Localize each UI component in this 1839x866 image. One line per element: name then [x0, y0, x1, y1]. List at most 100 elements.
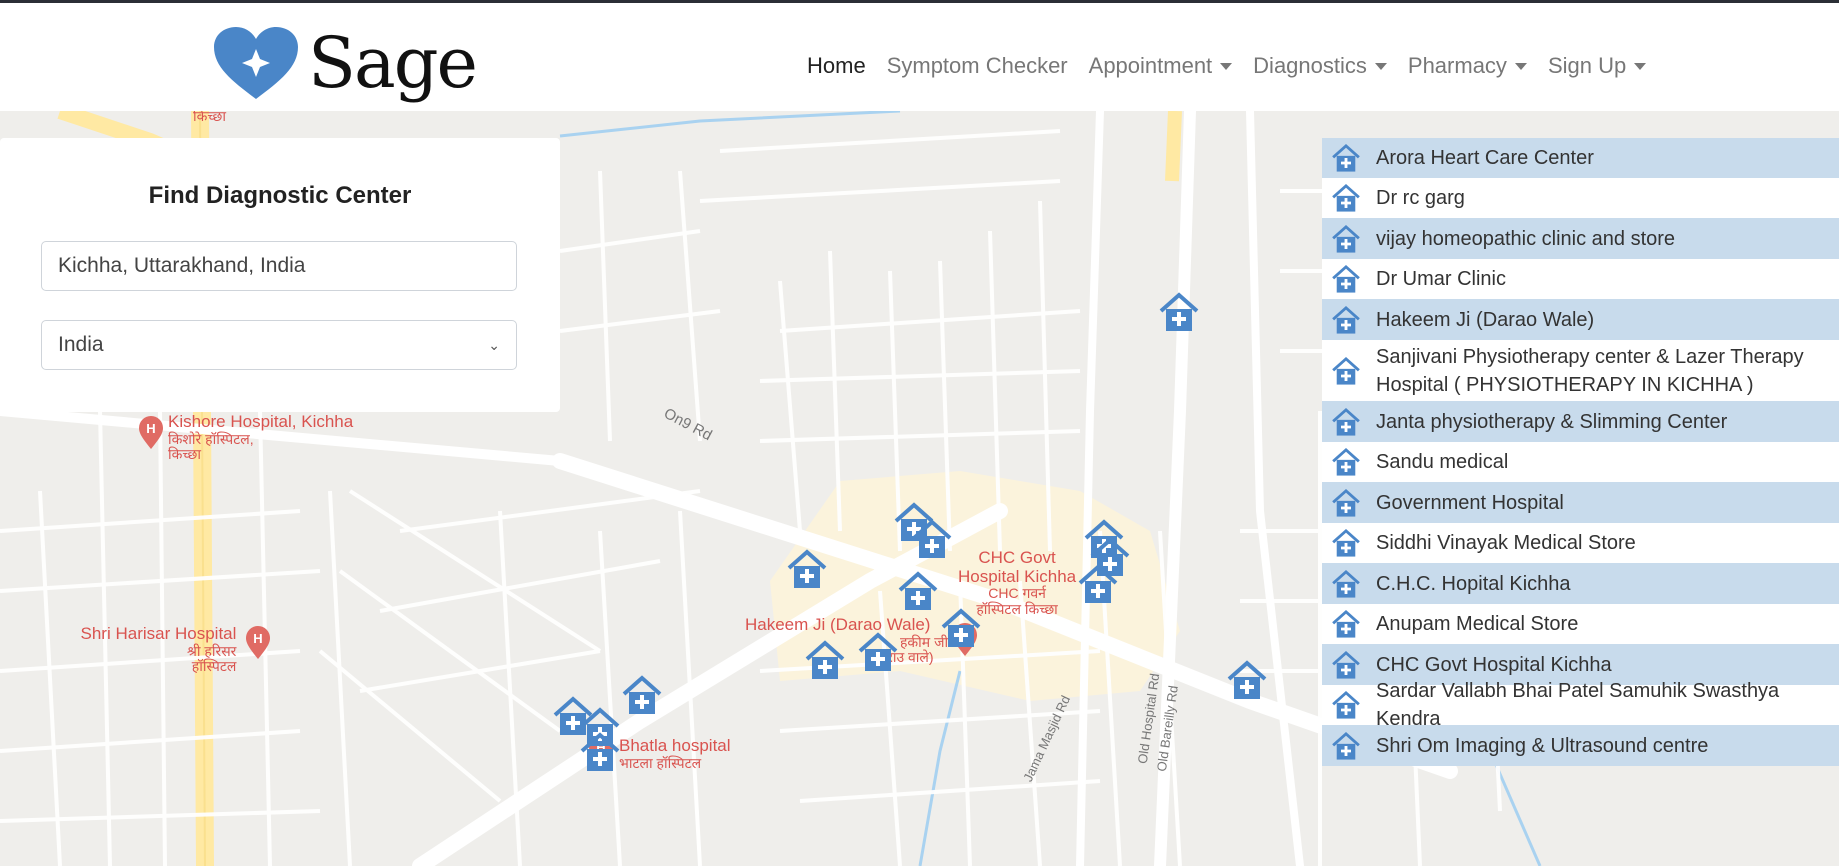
- result-label: vijay homeopathic clinic and store: [1376, 227, 1676, 250]
- hospital-marker-icon: [1332, 305, 1360, 334]
- hospital-pin-icon[interactable]: H: [245, 626, 271, 660]
- kishore-hindi-2: किच्छा: [168, 446, 201, 463]
- chc-hindi-1: CHC गवर्न: [988, 585, 1046, 602]
- hospital-marker-icon: [1332, 264, 1360, 293]
- caret-down-icon: [1220, 62, 1233, 70]
- result-label: C.H.C. Hopital Kichha: [1376, 572, 1571, 595]
- nav-diagnostics-label: Diagnostics: [1253, 53, 1367, 78]
- brand-logo[interactable]: Sage: [212, 22, 478, 104]
- map-label-hakeem-ji: Hakeem Ji (Darao Wale) हकीम जी (दराउ वाल…: [745, 615, 949, 666]
- nav-symptom-checker-label: Symptom Checker: [886, 53, 1068, 78]
- hospital-marker-icon: [1332, 650, 1360, 679]
- nav-pharmacy-label: Pharmacy: [1407, 53, 1507, 78]
- location-search-input[interactable]: Kichha, Uttarakhand, India: [41, 241, 517, 291]
- caret-down-icon: [1374, 62, 1387, 70]
- nav-pharmacy[interactable]: Pharmacy: [1408, 53, 1527, 79]
- hospital-marker-icon: [1332, 407, 1360, 436]
- hospital-pin-icon[interactable]: H: [138, 416, 164, 450]
- hospital-marker-icon[interactable]: [1159, 291, 1199, 333]
- svg-text:H: H: [146, 421, 155, 436]
- result-label: Siddhi Vinayak Medical Store: [1376, 532, 1636, 554]
- hospital-marker-icon: [1332, 609, 1360, 638]
- bhatla-name: Bhatla hospital: [619, 736, 731, 755]
- nav-home-label: Home: [807, 53, 866, 78]
- hospital-marker-icon[interactable]: [1078, 563, 1118, 605]
- result-label: Arora Heart Care Center: [1376, 147, 1594, 169]
- result-label: Janta physiotherapy & Slimming Center: [1376, 410, 1728, 433]
- hakeem-hindi-2: (दराउ वाले): [875, 649, 934, 666]
- result-item[interactable]: Sardar Vallabh Bhai Patel Samuhik Swasth…: [1322, 680, 1839, 730]
- harisar-name: Shri Harisar Hospital: [80, 624, 237, 643]
- country-select[interactable]: India ⌄: [41, 320, 517, 370]
- map-label-kichha: किच्छा: [193, 111, 226, 124]
- svg-text:H: H: [253, 631, 262, 646]
- country-value: India: [58, 333, 104, 356]
- hospital-marker-icon[interactable]: [580, 731, 620, 773]
- hospital-marker-icon: [1332, 528, 1360, 557]
- nav-appointment[interactable]: Appointment: [1089, 53, 1233, 79]
- harisar-hindi-1: श्री हरिसर: [187, 642, 237, 659]
- hospital-marker-icon: [1332, 356, 1360, 385]
- hospital-marker-icon: [1332, 143, 1360, 172]
- result-label: CHC Govt Hospital Kichha: [1376, 653, 1612, 676]
- hospital-marker-icon[interactable]: [912, 518, 952, 560]
- result-label: Dr Umar Clinic: [1376, 268, 1506, 290]
- hospital-marker-icon: [1332, 569, 1360, 598]
- hospital-marker-icon: [1332, 224, 1360, 253]
- hospital-marker-icon[interactable]: [941, 607, 981, 649]
- result-item[interactable]: Arora Heart Care Center: [1322, 138, 1839, 178]
- navbar: Sage Home Symptom Checker Appointment Di…: [0, 3, 1839, 111]
- caret-down-icon: [1634, 62, 1647, 70]
- result-label: Sandu medical: [1376, 451, 1509, 473]
- harisar-hindi-2: हॉस्पिटल: [191, 658, 237, 675]
- result-item[interactable]: Dr rc garg: [1322, 178, 1839, 218]
- nav-symptom-checker[interactable]: Symptom Checker: [887, 53, 1068, 79]
- results-list: Arora Heart Care Center Dr rc garg vijay…: [1322, 138, 1839, 766]
- location-value: Kichha, Uttarakhand, India: [58, 254, 306, 277]
- result-item[interactable]: Sanjivani Physiotherapy center & Lazer T…: [1322, 340, 1839, 401]
- result-item[interactable]: C.H.C. Hopital Kichha: [1322, 563, 1839, 604]
- result-item[interactable]: Siddhi Vinayak Medical Store: [1322, 523, 1839, 563]
- hospital-marker-icon[interactable]: [858, 631, 898, 673]
- hospital-marker-icon[interactable]: [1227, 659, 1267, 701]
- kishore-hindi-1: किशोरे हॉस्पिटल,: [168, 430, 254, 447]
- result-label: Sanjivani Physiotherapy center & Lazer T…: [1376, 345, 1804, 396]
- result-item[interactable]: Dr Umar Clinic: [1322, 259, 1839, 299]
- hospital-marker-icon: [1332, 731, 1360, 760]
- search-panel-title: Find Diagnostic Center: [148, 182, 412, 209]
- chc-name-2: Hospital Kichha: [958, 566, 1077, 586]
- nav-home[interactable]: Home: [807, 53, 866, 79]
- brand-name: Sage: [308, 22, 478, 104]
- chc-name-1: CHC Govt: [978, 548, 1056, 567]
- kishore-name: Kishore Hospital, Kichha: [168, 412, 354, 431]
- result-item[interactable]: Janta physiotherapy & Slimming Center: [1322, 401, 1839, 442]
- map-label-kishore-hospital: Kishore Hospital, Kichha किशोरे हॉस्पिटल…: [168, 412, 354, 463]
- result-label: Hakeem Ji (Darao Wale): [1376, 308, 1595, 331]
- nav-appointment-label: Appointment: [1088, 53, 1213, 78]
- hospital-marker-icon[interactable]: [898, 570, 938, 612]
- main-nav: Home Symptom Checker Appointment Diagnos…: [807, 53, 1667, 79]
- result-item[interactable]: Anupam Medical Store: [1322, 604, 1839, 644]
- result-item[interactable]: Sandu medical: [1322, 442, 1839, 482]
- hospital-marker-icon: [1332, 447, 1360, 476]
- hospital-marker-icon[interactable]: [805, 639, 845, 681]
- nav-sign-up[interactable]: Sign Up: [1547, 53, 1647, 79]
- map-label-bhatla-hospital: Bhatla hospital भाटला हॉस्पिटल: [619, 736, 731, 771]
- hospital-marker-icon[interactable]: [622, 674, 662, 716]
- result-label: Government Hospital: [1376, 491, 1564, 514]
- nav-sign-up-label: Sign Up: [1547, 53, 1627, 78]
- hospital-marker-icon: [1332, 183, 1360, 212]
- hospital-marker-icon: [1332, 690, 1360, 719]
- result-label: Shri Om Imaging & Ultrasound centre: [1376, 734, 1709, 757]
- hakeem-hindi-1: हकीम जी: [900, 633, 949, 650]
- result-item[interactable]: Government Hospital: [1322, 482, 1839, 523]
- result-item[interactable]: vijay homeopathic clinic and store: [1322, 218, 1839, 259]
- heart-logo-icon: [214, 27, 298, 99]
- result-item[interactable]: Hakeem Ji (Darao Wale): [1322, 299, 1839, 340]
- bhatla-hindi: भाटला हॉस्पिटल: [619, 754, 702, 771]
- result-label: Dr rc garg: [1376, 187, 1465, 209]
- caret-down-icon: [1514, 62, 1527, 70]
- hakeem-name: Hakeem Ji (Darao Wale): [745, 615, 931, 634]
- nav-diagnostics[interactable]: Diagnostics: [1253, 53, 1387, 79]
- hospital-marker-icon[interactable]: [787, 548, 827, 590]
